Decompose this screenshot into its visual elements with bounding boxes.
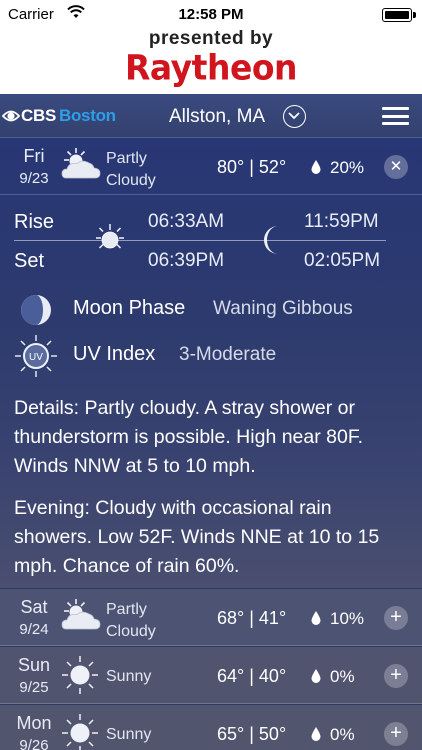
- day-date: 9/25: [19, 679, 49, 696]
- uv-index-label: UV Index: [73, 343, 156, 365]
- plus-icon: +: [390, 722, 402, 744]
- moon-phase-label: Moon Phase: [73, 297, 186, 319]
- moonset-time: 02:05PM: [304, 250, 381, 271]
- cbs-eye-icon: [2, 110, 20, 122]
- precip-chance: 0%: [330, 725, 355, 744]
- day-of-week: Fri: [23, 146, 45, 166]
- plus-icon: +: [390, 664, 402, 686]
- uv-icon-text: UV: [29, 352, 43, 363]
- precip-chance: 10%: [330, 609, 365, 628]
- logo-boston-text: Boston: [59, 106, 116, 125]
- high-temp: 64°: [217, 666, 245, 686]
- set-label: Set: [14, 250, 45, 272]
- day-details-text: Details: Partly cloudy. A stray shower o…: [14, 397, 364, 477]
- day-date: 9/23: [19, 170, 49, 187]
- low-temp: 50°: [258, 724, 287, 744]
- sponsor-logo: Raytheon: [125, 47, 298, 88]
- collapse-day-button[interactable]: ✕: [384, 155, 408, 179]
- low-temp: 40°: [258, 666, 287, 686]
- location-dropdown-button[interactable]: [283, 105, 306, 128]
- temperature-range: 65° | 50°: [217, 724, 286, 745]
- battery-icon: [382, 8, 416, 22]
- high-temp: 80°: [217, 157, 245, 177]
- expand-day-button[interactable]: +: [384, 664, 408, 688]
- raindrop-icon: [311, 727, 321, 741]
- hamburger-menu-button[interactable]: [382, 107, 409, 125]
- precip-chance: 0%: [330, 667, 355, 686]
- clock: 12:58 PM: [178, 6, 244, 23]
- condition-text: Partly Cloudy: [106, 150, 156, 189]
- high-temp: 65°: [217, 724, 245, 744]
- forecast-row[interactable]: Mon 9/26 Sunny 65° | 50° 0% +: [0, 705, 422, 750]
- raindrop-icon: [311, 160, 321, 174]
- expand-day-button[interactable]: +: [384, 606, 408, 630]
- raindrop-icon: [311, 611, 321, 625]
- day-of-week: Mon: [16, 713, 52, 733]
- sunrise-time: 06:33AM: [148, 211, 225, 232]
- temp-divider: |: [244, 666, 259, 686]
- moonrise-time: 11:59PM: [304, 211, 379, 232]
- uv-index-value: 3-Moderate: [179, 344, 277, 365]
- forecast-row[interactable]: Sun 9/25 Sunny 64° | 40° 0% +: [0, 647, 422, 704]
- precip-chance: 20%: [330, 158, 365, 177]
- cbs-boston-logo: CBS Boston: [2, 105, 116, 127]
- temp-divider: |: [244, 724, 259, 744]
- partly-cloudy-icon: [61, 148, 101, 179]
- app-header: CBS Boston Allston, MA: [0, 94, 422, 138]
- sunny-icon: [62, 656, 98, 694]
- sunny-icon: [62, 714, 98, 750]
- moon-phase-value: Waning Gibbous: [213, 298, 353, 319]
- chevron-down-icon: [288, 112, 300, 120]
- sponsor-banner[interactable]: presented by Raytheon: [0, 28, 422, 94]
- temperature-range: 68° | 41°: [217, 608, 286, 629]
- temperature-range: 80° | 52°: [217, 157, 286, 178]
- moon-phase-icon: [21, 295, 51, 325]
- temp-divider: |: [244, 157, 259, 177]
- crescent-moon-icon: [264, 226, 278, 254]
- day-date: 9/26: [19, 737, 49, 750]
- temp-divider: |: [244, 608, 259, 628]
- rise-label: Rise: [14, 211, 55, 233]
- horizon-line: [14, 240, 386, 241]
- high-temp: 68°: [217, 608, 245, 628]
- condition-text: Sunny: [106, 668, 152, 685]
- plus-icon: +: [390, 606, 402, 628]
- raindrop-icon: [311, 669, 321, 683]
- sunset-time: 06:39PM: [148, 250, 225, 271]
- day-of-week: Sun: [17, 655, 51, 675]
- day-of-week: Sat: [20, 597, 48, 617]
- sun-icon: [96, 224, 124, 249]
- close-icon: ✕: [389, 158, 403, 175]
- location-label[interactable]: Allston, MA: [169, 106, 265, 128]
- day-date: 9/24: [19, 621, 49, 638]
- low-temp: 41°: [258, 608, 287, 628]
- uv-sun-icon: UV: [15, 335, 57, 377]
- partly-cloudy-icon: [61, 599, 101, 630]
- evening-details-text: Evening: Cloudy with occasional rain sho…: [14, 497, 380, 577]
- low-temp: 52°: [258, 157, 287, 177]
- status-bar: Carrier 12:58 PM: [0, 0, 422, 28]
- condition-text: Sunny: [106, 726, 152, 743]
- temperature-range: 64° | 40°: [217, 666, 286, 687]
- forecast-row-today[interactable]: Fri 9/23 Partly Cloudy 80° | 52° 20% ✕: [0, 138, 422, 195]
- forecast-row[interactable]: Sat 9/24 Partly Cloudy 68° | 41° 10% +: [0, 589, 422, 646]
- logo-cbs-text: CBS: [21, 106, 56, 125]
- forecast-panel: Fri 9/23 Partly Cloudy 80° | 52° 20% ✕ R…: [0, 138, 422, 588]
- condition-text: Partly Cloudy: [106, 601, 156, 640]
- expand-day-button[interactable]: +: [384, 722, 408, 746]
